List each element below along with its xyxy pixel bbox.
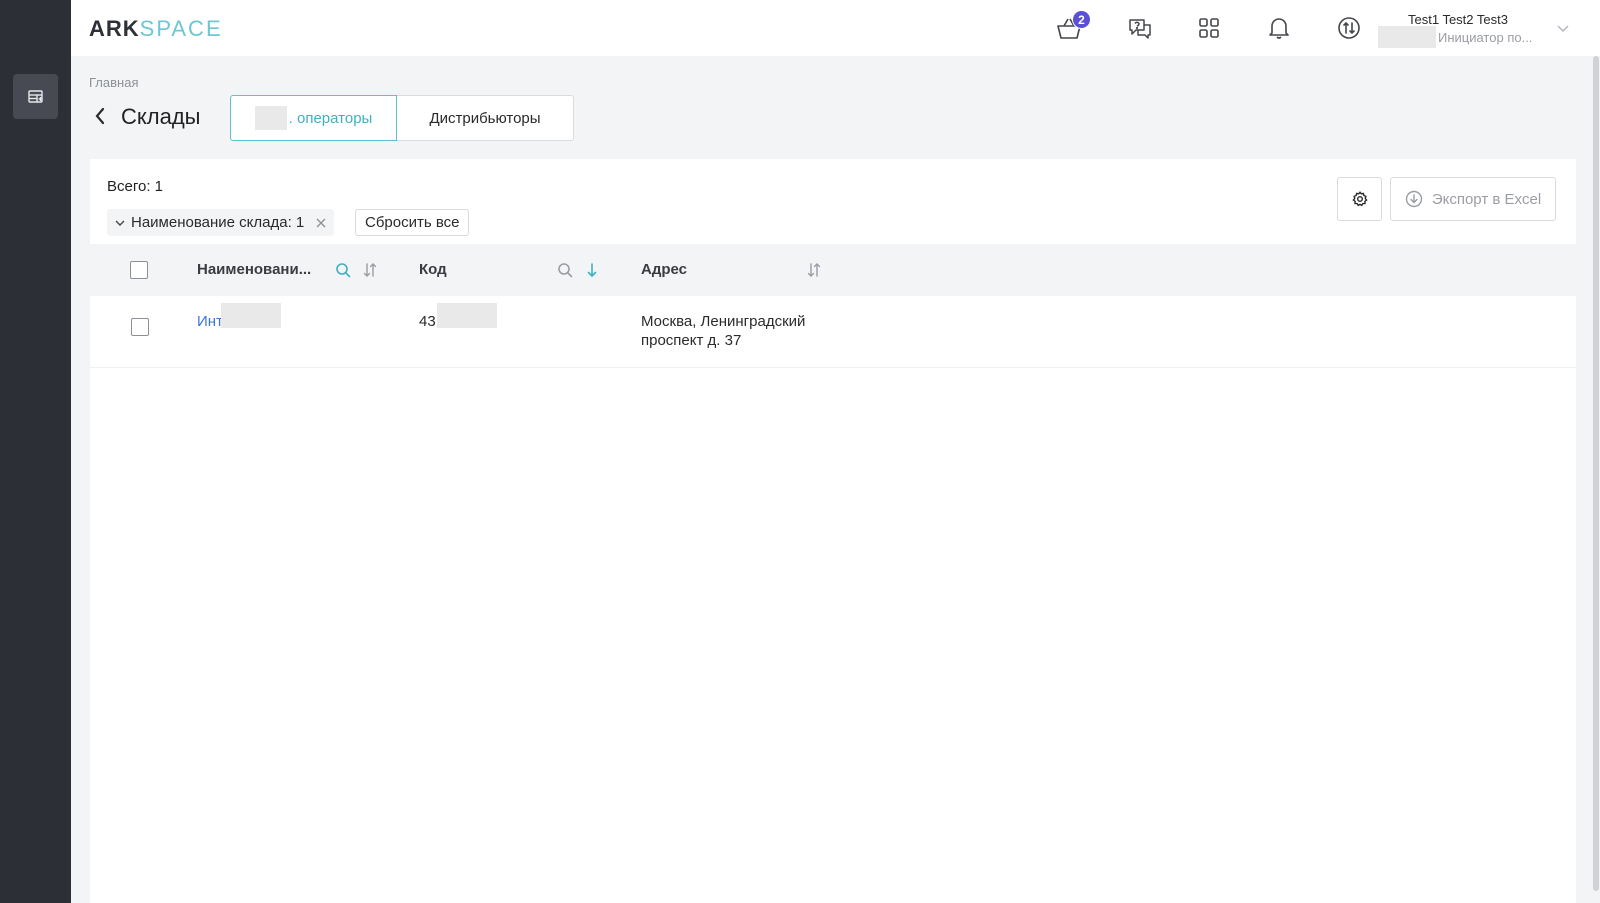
tab-operators[interactable]: . операторы	[230, 95, 397, 141]
sidebar-table-button[interactable]	[13, 74, 58, 119]
user-role: Инициатор по...	[1438, 30, 1533, 45]
redacted-block	[437, 303, 497, 328]
breadcrumb-home[interactable]: Главная	[89, 75, 138, 90]
address-line-1: Москва, Ленинградский	[641, 313, 806, 330]
sidebar	[0, 0, 71, 903]
search-icon[interactable]	[555, 260, 575, 280]
total-count: Всего: 1	[107, 178, 164, 195]
cart-count-badge: 2	[1072, 10, 1091, 29]
chat-question-icon	[1129, 19, 1151, 39]
warehouse-address: Москва, Ленинградский проспект д. 37	[641, 312, 805, 350]
chevron-left-icon	[95, 107, 105, 125]
table-icon	[27, 89, 43, 103]
column-header-address[interactable]: Адрес	[641, 261, 687, 278]
notifications-button[interactable]	[1263, 12, 1295, 44]
row-checkbox[interactable]	[131, 318, 149, 336]
logo-ark: ARK	[89, 16, 140, 41]
filter-chip-label: Наименование склада: 1	[131, 214, 305, 231]
sort-icon[interactable]	[360, 260, 380, 280]
table-settings-button[interactable]	[1337, 177, 1382, 221]
tabs: . операторы Дистрибьюторы	[230, 95, 574, 141]
scrollbar-thumb[interactable]	[1593, 56, 1599, 891]
chevron-down-icon[interactable]	[115, 219, 125, 227]
page-scrollbar[interactable]	[1592, 56, 1600, 903]
bell-icon	[1269, 18, 1289, 39]
table-header: Наименовани... Код Адрес	[90, 244, 1576, 296]
close-icon[interactable]	[316, 218, 326, 228]
tab-distributors[interactable]: Дистрибьюторы	[397, 95, 574, 141]
address-line-2: проспект д. 37	[641, 332, 742, 349]
tab-operators-label: . операторы	[288, 109, 373, 127]
tab-distributors-label: Дистрибьюторы	[429, 109, 541, 127]
export-excel-label: Экспорт в Excel	[1431, 190, 1542, 208]
sort-descending-icon[interactable]	[582, 260, 602, 280]
cart-button[interactable]: 2	[1053, 10, 1091, 44]
select-all-checkbox[interactable]	[130, 261, 148, 279]
user-name: Test1 Test2 Test3	[1408, 12, 1508, 27]
redacted-block	[221, 303, 281, 328]
warehouses-card: Всего: 1 Наименование склада: 1 Сбросить…	[90, 159, 1576, 903]
redacted-block	[1378, 26, 1436, 48]
user-menu[interactable]: Test1 Test2 Test3 Инициатор по...	[1306, 10, 1532, 50]
apps-grid-icon	[1199, 18, 1219, 38]
table-row[interactable]: Инт 43 Москва, Ленинградский проспект д.…	[90, 296, 1576, 368]
warehouse-name-link[interactable]: Инт	[197, 313, 223, 330]
redacted-block	[254, 106, 287, 130]
sort-icon[interactable]	[804, 260, 824, 280]
column-header-name[interactable]: Наименовани...	[197, 261, 311, 278]
logo[interactable]: ARKSPACE	[89, 16, 223, 42]
apps-button[interactable]	[1193, 12, 1225, 44]
reset-filters-button[interactable]: Сбросить все	[355, 209, 470, 236]
warehouse-code: 43	[419, 313, 436, 330]
logo-space: SPACE	[139, 16, 223, 41]
download-circle-icon	[1405, 190, 1423, 208]
search-icon[interactable]	[333, 260, 353, 280]
chevron-down-icon[interactable]	[1556, 20, 1570, 38]
page-title: Склады	[121, 104, 201, 129]
filter-chip-warehouse-name[interactable]: Наименование склада: 1	[107, 209, 335, 236]
export-excel-button[interactable]: Экспорт в Excel	[1390, 177, 1556, 221]
gear-icon	[1351, 191, 1368, 207]
column-header-code[interactable]: Код	[419, 261, 447, 278]
back-button[interactable]	[94, 104, 114, 128]
support-chat-button[interactable]	[1124, 12, 1156, 44]
